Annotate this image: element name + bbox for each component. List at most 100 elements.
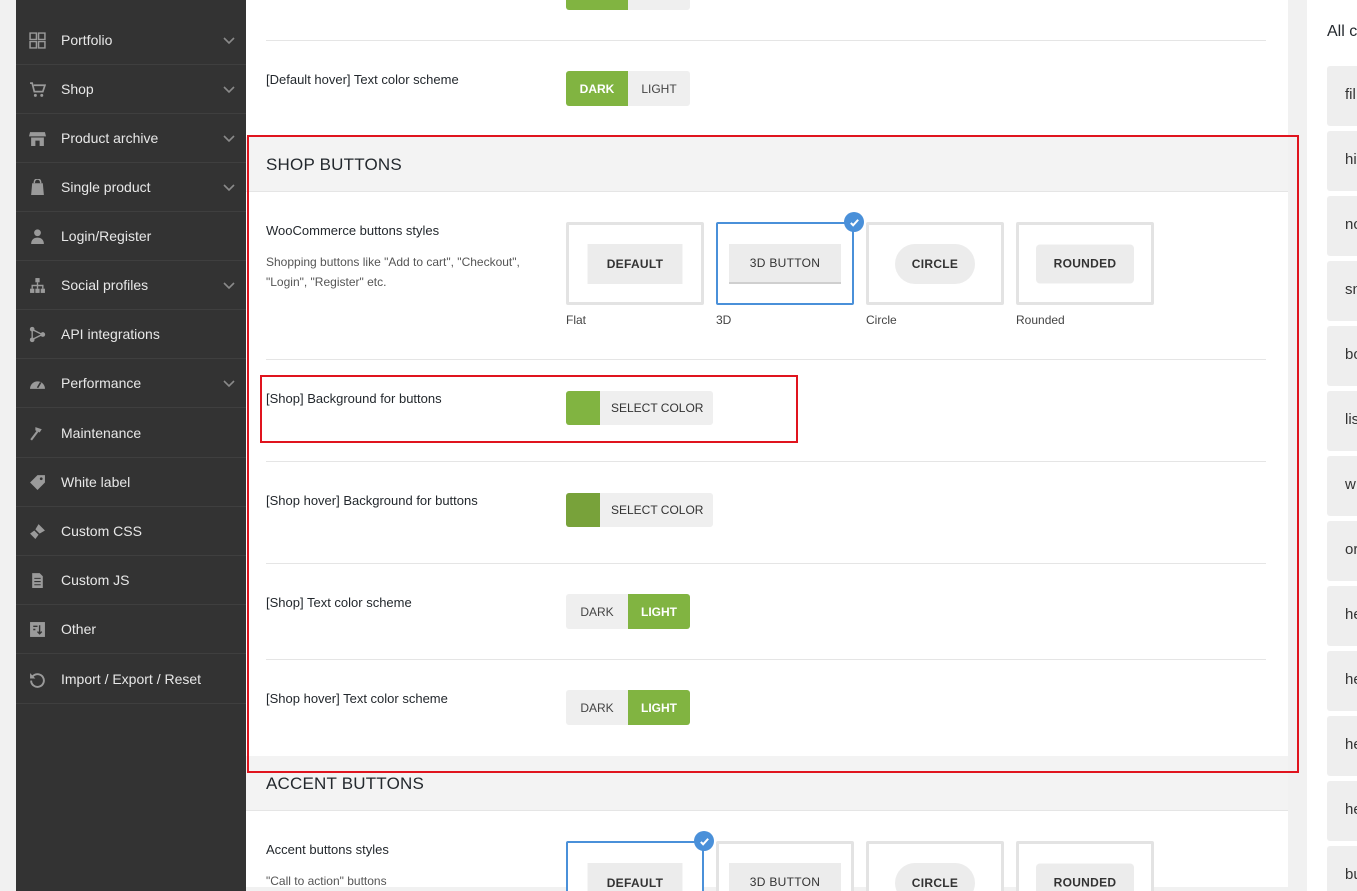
accent-styles-description: "Call to action" buttons [266, 874, 387, 888]
right-panel-item[interactable]: or [1327, 521, 1357, 581]
style-preview: CIRCLE [895, 243, 975, 284]
style-preview: ROUNDED [1036, 863, 1134, 891]
sidebar-item-label: Portfolio [61, 32, 113, 48]
file-icon [28, 571, 46, 589]
sidebar-item-label: Maintenance [61, 425, 142, 441]
toggle-option-light[interactable]: LIGHT [628, 594, 690, 629]
shop-hover-background-color-picker[interactable]: SELECT COLOR [566, 493, 714, 527]
brush-icon [28, 522, 46, 540]
sidebar-item-label: Shop [61, 81, 94, 97]
sidebar-item-single-product[interactable]: Single product [16, 163, 246, 212]
shop-text-color-title: [Shop] Text color scheme [266, 595, 412, 610]
shop-background-row: [Shop] Background for buttons SELECT COL… [266, 360, 1266, 462]
sidebar-item-label: Import / Export / Reset [61, 671, 202, 687]
accent-card-default[interactable]: DEFAULT [566, 831, 714, 891]
shop-text-color-toggle[interactable]: DARK LIGHT [566, 594, 690, 629]
accent-card-rounded[interactable]: ROUNDED [1016, 841, 1154, 891]
default-hover-row: [Default hover] Text color scheme DARK L… [266, 41, 1266, 136]
reset-icon [28, 670, 46, 688]
select-color-button[interactable]: SELECT COLOR [600, 391, 713, 425]
sidebar: Portfolio Shop Product archive Single pr… [16, 0, 246, 891]
sidebar-item-custom-js[interactable]: Custom JS [16, 556, 246, 605]
user-icon [28, 227, 46, 245]
shop-hover-text-color-title: [Shop hover] Text color scheme [266, 691, 448, 706]
sidebar-item-performance[interactable]: Performance [16, 359, 246, 408]
style-preview: DEFAULT [587, 862, 683, 891]
style-card-flat[interactable]: DEFAULT [566, 222, 704, 305]
style-card-3d[interactable]: 3D BUTTON [716, 212, 864, 305]
right-panel-item[interactable]: fil [1327, 66, 1357, 126]
settings-page: Portfolio Shop Product archive Single pr… [0, 0, 1357, 891]
sidebar-item-label: Product archive [61, 130, 159, 146]
other-icon [28, 620, 46, 638]
right-panel-item[interactable]: he [1327, 586, 1357, 646]
chevron-down-icon [222, 33, 236, 47]
bag-icon [28, 178, 46, 196]
sidebar-item-social-profiles[interactable]: Social profiles [16, 261, 246, 310]
sidebar-item-label: Single product [61, 179, 151, 195]
sidebar-item-portfolio[interactable]: Portfolio [16, 16, 246, 65]
shop-text-color-row: [Shop] Text color scheme DARK LIGHT [266, 564, 1266, 660]
sidebar-item-custom-css[interactable]: Custom CSS [16, 507, 246, 556]
style-preview: 3D BUTTON [729, 862, 841, 891]
style-preview: DEFAULT [587, 243, 683, 284]
sidebar-item-other[interactable]: Other [16, 605, 246, 654]
style-card-rounded[interactable]: ROUNDED [1016, 222, 1154, 305]
sidebar-item-label: Performance [61, 375, 142, 391]
color-swatch [566, 391, 600, 425]
woocommerce-styles-row: WooCommerce buttons styles Shopping butt… [266, 192, 1266, 360]
right-panel-item[interactable]: bo [1327, 326, 1357, 386]
select-color-button[interactable]: SELECT COLOR [600, 493, 713, 527]
sidebar-item-maintenance[interactable]: Maintenance [16, 409, 246, 458]
default-hover-toggle[interactable]: DARK LIGHT [566, 71, 690, 106]
cart-icon [28, 80, 46, 98]
shop-background-color-picker[interactable]: SELECT COLOR [566, 391, 714, 425]
toggle-option-dark[interactable]: DARK [566, 71, 628, 106]
portfolio-grid-icon [28, 31, 46, 49]
shop-hover-text-color-row: [Shop hover] Text color scheme DARK LIGH… [266, 660, 1266, 756]
sidebar-item-white-label[interactable]: White label [16, 458, 246, 507]
chevron-down-icon [222, 180, 236, 194]
section-title: ACCENT BUTTONS [266, 774, 425, 793]
right-panel-item[interactable]: he [1327, 781, 1357, 841]
tag-icon [28, 473, 46, 491]
shop-hover-text-color-toggle[interactable]: DARK LIGHT [566, 690, 690, 725]
right-panel-item[interactable]: bu [1327, 846, 1357, 891]
woocommerce-styles-title: WooCommerce buttons styles [266, 223, 440, 238]
right-panel-item[interactable]: hi [1327, 131, 1357, 191]
sidebar-item-product-archive[interactable]: Product archive [16, 114, 246, 163]
right-panel-item[interactable]: he [1327, 651, 1357, 711]
toggle-option-dark[interactable]: DARK [566, 690, 628, 725]
chevron-down-icon [222, 278, 236, 292]
network-icon [28, 276, 46, 294]
check-icon [694, 831, 714, 851]
accent-card-3d[interactable]: 3D BUTTON [716, 841, 854, 891]
sidebar-item-import-export-reset[interactable]: Import / Export / Reset [16, 655, 246, 704]
right-panel-item[interactable]: nc [1327, 196, 1357, 256]
right-panel-item[interactable]: w [1327, 456, 1357, 516]
right-panel-item[interactable]: lis [1327, 391, 1357, 451]
default-hover-title: [Default hover] Text color scheme [266, 72, 459, 87]
toggle-option-light[interactable]: LIGHT [628, 690, 690, 725]
style-card-circle[interactable]: CIRCLE [866, 222, 1004, 305]
right-panel-item[interactable]: he [1327, 716, 1357, 776]
main-content: [Default hover] Text color scheme DARK L… [246, 0, 1288, 891]
toggle-option-dark[interactable]: DARK [566, 594, 628, 629]
sidebar-item-login-register[interactable]: Login/Register [16, 212, 246, 261]
sidebar-item-label: Custom CSS [61, 523, 142, 539]
accent-card-circle[interactable]: CIRCLE [866, 841, 1004, 891]
style-caption: Rounded [1016, 313, 1065, 327]
sidebar-item-api-integrations[interactable]: API integrations [16, 310, 246, 359]
section-title: SHOP BUTTONS [266, 155, 402, 174]
accent-styles-row: Accent buttons styles "Call to action" b… [266, 811, 1266, 891]
toggle-option-light[interactable]: LIGHT [628, 71, 690, 106]
right-panel-title: All c [1327, 23, 1357, 40]
accent-styles-title: Accent buttons styles [266, 842, 389, 857]
style-caption: 3D [716, 313, 732, 327]
sidebar-item-shop[interactable]: Shop [16, 65, 246, 114]
shop-hover-background-row: [Shop hover] Background for buttons SELE… [266, 462, 1266, 564]
shop-hover-background-title: [Shop hover] Background for buttons [266, 493, 478, 508]
right-panel-item[interactable]: sn [1327, 261, 1357, 321]
api-icon [28, 325, 46, 343]
chevron-down-icon [222, 131, 236, 145]
